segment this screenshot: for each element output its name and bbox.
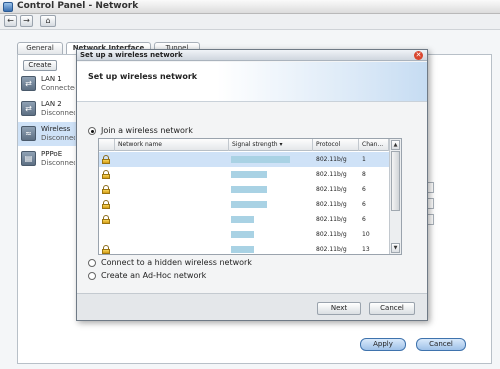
signal-strength-bar <box>231 201 267 208</box>
column-protocol[interactable]: Protocol <box>313 139 359 151</box>
signal-strength-bar <box>231 186 267 193</box>
dialog-titlebar: Set up a wireless network ✕ <box>77 50 427 61</box>
protocol-cell: 802.11b/g <box>316 171 347 178</box>
ethernet-icon: ⇄ <box>21 101 36 116</box>
channel-cell: 8 <box>362 171 366 178</box>
modem-icon: ▤ <box>21 151 36 166</box>
table-scrollbar[interactable]: ▲ ▼ <box>389 139 401 254</box>
table-row[interactable]: 802.11b/g 10 <box>99 227 389 242</box>
interface-item-lan1[interactable]: ⇄ LAN 1 Connected <box>18 72 76 96</box>
dialog-header: Set up wireless network <box>77 62 427 102</box>
scroll-down-arrow[interactable]: ▼ <box>391 243 400 253</box>
column-channel[interactable]: Chan... <box>359 139 389 151</box>
scroll-thumb[interactable] <box>391 151 400 211</box>
signal-strength-bar <box>231 231 254 238</box>
table-row[interactable]: 802.11b/g 8 <box>99 167 389 182</box>
channel-cell: 6 <box>362 186 366 193</box>
lock-icon <box>102 200 110 209</box>
column-lock <box>99 139 115 151</box>
interface-status: Disconnected <box>41 109 75 117</box>
option-label: Create an Ad-Hoc network <box>101 271 207 280</box>
column-signal-label: Signal strength <box>232 141 278 148</box>
forward-button[interactable]: → <box>20 15 33 27</box>
option-label: Join a wireless network <box>101 126 193 135</box>
tab-general[interactable]: General <box>17 42 63 54</box>
interface-name: Wireless <box>41 125 71 133</box>
column-network-name[interactable]: Network name <box>115 139 229 151</box>
radio-adhoc[interactable] <box>88 272 96 280</box>
sort-down-icon: ▾ <box>279 141 283 148</box>
table-row[interactable]: 802.11b/g 6 <box>99 212 389 227</box>
interface-name: PPPoE <box>41 150 63 158</box>
back-arrow-icon: ← <box>7 16 14 25</box>
interface-item-pppoe[interactable]: ▤ PPPoE Disconnected <box>18 147 76 171</box>
protocol-cell: 802.11b/g <box>316 186 347 193</box>
channel-cell: 6 <box>362 216 366 223</box>
signal-strength-bar <box>231 171 267 178</box>
window-titlebar: Control Panel - Network <box>0 0 500 14</box>
interface-name: LAN 1 <box>41 75 62 83</box>
interface-list: ⇄ LAN 1 Connected ⇄ LAN 2 Disconnected ≈… <box>18 72 76 177</box>
column-signal-strength[interactable]: Signal strength ▾ <box>229 139 313 151</box>
dialog-footer: Next Cancel <box>77 293 427 320</box>
protocol-cell: 802.11b/g <box>316 201 347 208</box>
wireless-setup-dialog: Set up a wireless network ✕ Set up wirel… <box>76 49 428 321</box>
signal-strength-bar <box>231 246 254 253</box>
ethernet-icon: ⇄ <box>21 76 36 91</box>
protocol-cell: 802.11b/g <box>316 156 347 163</box>
interface-status: Disconnected <box>41 134 75 142</box>
interface-status: Connected <box>41 84 75 92</box>
lock-icon <box>102 155 110 164</box>
protocol-cell: 802.11b/g <box>316 246 347 253</box>
interface-item-lan2[interactable]: ⇄ LAN 2 Disconnected <box>18 97 76 121</box>
radio-join[interactable] <box>88 127 96 135</box>
dialog-title: Set up a wireless network <box>80 51 183 59</box>
radio-hidden[interactable] <box>88 259 96 267</box>
protocol-cell: 802.11b/g <box>316 216 347 223</box>
table-header: Network name Signal strength ▾ Protocol … <box>99 139 389 151</box>
dialog-heading: Set up wireless network <box>88 72 198 81</box>
lock-icon <box>102 245 110 254</box>
network-table: Network name Signal strength ▾ Protocol … <box>98 138 402 255</box>
channel-cell: 10 <box>362 231 370 238</box>
home-icon: ⌂ <box>45 16 51 25</box>
cancel-button[interactable]: Cancel <box>416 338 466 351</box>
scroll-up-arrow[interactable]: ▲ <box>391 140 400 150</box>
channel-cell: 13 <box>362 246 370 253</box>
apply-button[interactable]: Apply <box>360 338 406 351</box>
channel-cell: 1 <box>362 156 366 163</box>
interface-name: LAN 2 <box>41 100 62 108</box>
interface-item-wireless[interactable]: ≈ Wireless Disconnected <box>18 122 76 146</box>
next-button[interactable]: Next <box>317 302 361 315</box>
table-row[interactable]: 802.11b/g 13 <box>99 242 389 254</box>
control-panel-icon <box>3 2 13 12</box>
lock-icon <box>102 185 110 194</box>
option-label: Connect to a hidden wireless network <box>101 258 252 267</box>
toolbar: ← → ⌂ <box>0 14 500 30</box>
create-button[interactable]: Create <box>23 60 57 71</box>
interface-status: Disconnected <box>41 159 75 167</box>
table-row[interactable]: 802.11b/g 6 <box>99 182 389 197</box>
lock-icon <box>102 170 110 179</box>
table-row[interactable]: 802.11b/g 6 <box>99 197 389 212</box>
protocol-cell: 802.11b/g <box>316 231 347 238</box>
signal-strength-bar <box>231 156 290 163</box>
window-title: Control Panel - Network <box>17 1 139 11</box>
lock-icon <box>102 215 110 224</box>
table-row[interactable]: 802.11b/g 1 <box>99 152 389 167</box>
home-button[interactable]: ⌂ <box>40 15 56 27</box>
signal-strength-bar <box>231 216 254 223</box>
close-icon[interactable]: ✕ <box>414 51 423 60</box>
wifi-icon: ≈ <box>21 126 36 141</box>
dialog-cancel-button[interactable]: Cancel <box>369 302 415 315</box>
forward-arrow-icon: → <box>23 16 30 25</box>
back-button[interactable]: ← <box>4 15 17 27</box>
channel-cell: 6 <box>362 201 366 208</box>
